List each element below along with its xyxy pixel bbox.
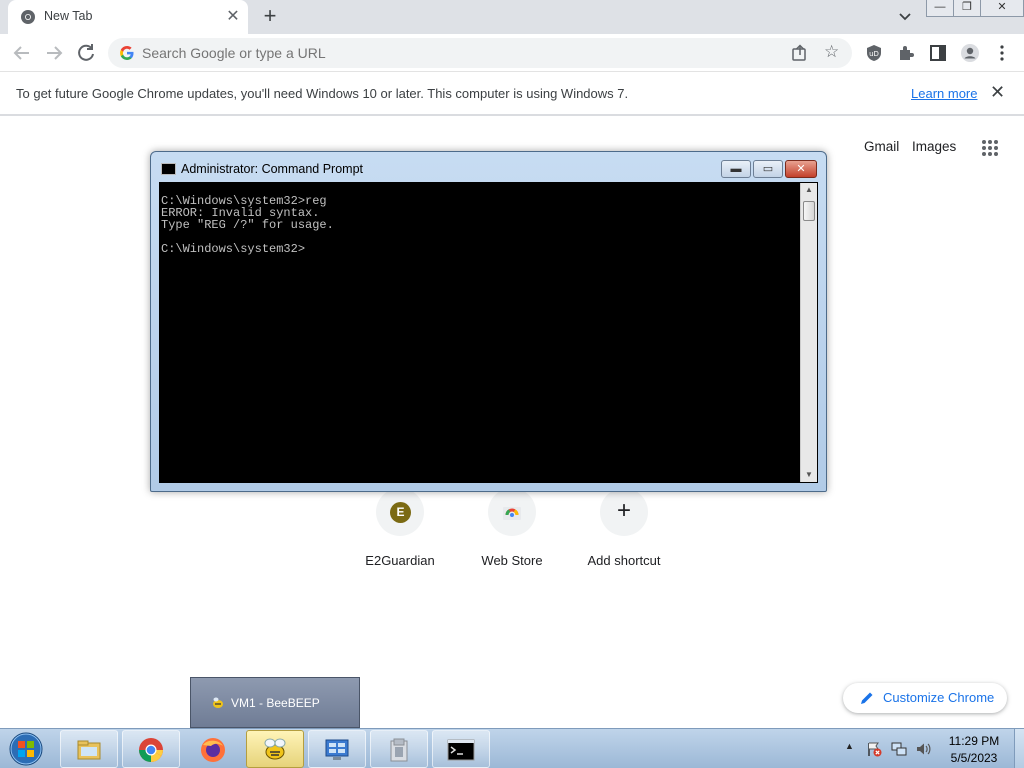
browser-toolbar: ☆ uD [0,34,1024,72]
customize-chrome-button[interactable]: Customize Chrome [843,683,1007,713]
clock-date[interactable]: 5/5/2023 [944,751,1004,765]
web-store-icon [503,507,521,520]
learn-more-link[interactable]: Learn more [911,86,977,101]
scroll-thumb[interactable] [803,201,815,221]
tab-close-icon[interactable]: ✕ [224,8,242,26]
bookmark-star-icon[interactable]: ☆ [824,42,839,62]
action-center-flag-icon[interactable] [866,741,882,757]
chrome-icon [139,738,163,762]
taskbar-thumbnail[interactable]: VM1 - BeeBEEP [190,677,360,728]
google-g-icon [120,46,134,60]
gmail-link[interactable]: Gmail [864,139,899,154]
shortcut-label: E2Guardian [365,553,435,568]
command-prompt-window[interactable]: Administrator: Command Prompt ▬ ▭ ✕ C:\W… [150,151,827,492]
google-apps-icon[interactable] [981,139,999,157]
shortcut-web-store[interactable]: Web Store [456,488,568,578]
shortcut-label: Web Store [481,553,543,568]
cmd-maximize-button[interactable]: ▭ [753,160,783,178]
minimize-button[interactable]: — [926,0,954,17]
customize-chrome-label: Customize Chrome [883,690,995,705]
cmd-output: C:\Windows\system32>reg ERROR: Invalid s… [161,194,334,256]
share-icon[interactable] [791,44,809,62]
back-arrow-icon[interactable] [10,41,34,65]
e2guardian-favicon: E [390,502,411,523]
scroll-down-arrow-icon[interactable]: ▼ [801,468,817,482]
tab-new-tab[interactable]: New Tab ✕ [8,0,248,34]
info-bar-close-icon[interactable]: ✕ [990,82,1005,103]
close-window-button[interactable]: ✕ [980,0,1024,17]
new-tab-button[interactable]: + [258,5,282,29]
scroll-up-arrow-icon[interactable]: ▲ [801,183,817,197]
firefox-icon [201,738,225,762]
restore-button[interactable]: ❐ [953,0,981,17]
start-orb-icon[interactable] [6,731,46,767]
chrome-favicon-icon [21,10,35,24]
taskbar-firefox-button[interactable] [184,730,242,768]
cmd-minimize-button[interactable]: ▬ [721,160,751,178]
shortcut-add[interactable]: + Add shortcut [568,488,680,578]
shortcut-e2guardian[interactable]: E E2Guardian [344,488,456,578]
explorer-icon [77,740,101,760]
network-icon[interactable] [891,741,907,757]
images-link[interactable]: Images [912,139,956,154]
show-desktop-button[interactable] [1014,729,1024,768]
windows-taskbar: ▲ 11:29 PM 5/5/2023 [0,728,1024,768]
side-panel-icon[interactable] [928,43,948,63]
search-input[interactable] [142,45,762,61]
reload-icon[interactable] [74,41,98,65]
cmd-icon [447,739,475,761]
taskbar-archive-button[interactable] [370,730,428,768]
forward-arrow-icon[interactable] [42,41,66,65]
cmd-console[interactable]: C:\Windows\system32>reg ERROR: Invalid s… [159,182,818,483]
file-archive-icon [390,738,408,762]
clock-time[interactable]: 11:29 PM [944,734,1004,748]
plus-icon: + [616,497,631,524]
cmd-close-button[interactable]: ✕ [785,160,817,178]
beebeep-icon [213,697,223,708]
kebab-menu-icon[interactable] [992,43,1012,63]
shortcut-tile: + [600,488,648,536]
volume-speaker-icon[interactable] [915,741,931,757]
shortcut-label: Add shortcut [587,553,661,568]
svg-text:uD: uD [869,50,879,58]
beebeep-icon [264,738,286,760]
shortcut-tile [488,488,536,536]
info-bar-message: To get future Google Chrome updates, you… [16,86,629,101]
tab-strip: New Tab ✕ + — ❐ ✕ [0,0,1024,34]
tray-expand-arrow-icon[interactable]: ▲ [845,741,854,751]
taskbar-beebeep-button[interactable] [246,730,304,768]
update-info-bar: To get future Google Chrome updates, you… [0,72,1024,116]
profile-avatar-icon[interactable] [960,43,980,63]
cmd-window-icon [161,163,176,175]
control-panel-icon [325,739,349,760]
omnibox[interactable]: ☆ [108,38,852,68]
cmd-scrollbar[interactable]: ▲ ▼ [800,183,817,482]
cmd-window-title: Administrator: Command Prompt [181,162,364,176]
taskbar-chrome-button[interactable] [122,730,180,768]
thumbnail-label: VM1 - BeeBEEP [231,696,320,710]
tab-search-chevron-icon[interactable] [896,9,914,25]
ublock-shield-icon[interactable]: uD [864,43,884,63]
taskbar-cmd-button[interactable] [432,730,490,768]
extensions-puzzle-icon[interactable] [896,43,916,63]
window-controls: — ❐ ✕ [926,0,1024,18]
shortcut-tile: E [376,488,424,536]
tab-title: New Tab [44,9,93,23]
pencil-icon [861,692,873,704]
taskbar-explorer-button[interactable] [60,730,118,768]
taskbar-control-panel-button[interactable] [308,730,366,768]
